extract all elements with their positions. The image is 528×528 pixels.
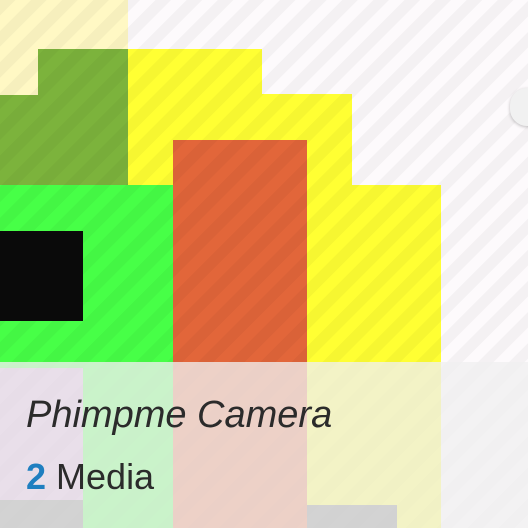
album-card[interactable]: Phimpme Camera 2 Media (0, 0, 528, 528)
album-info-overlay (0, 362, 528, 528)
media-count-number: 2 (26, 456, 47, 497)
media-count-label: Media (56, 456, 155, 497)
album-title: Phimpme Camera (26, 394, 333, 436)
media-count: 2 Media (26, 456, 154, 498)
